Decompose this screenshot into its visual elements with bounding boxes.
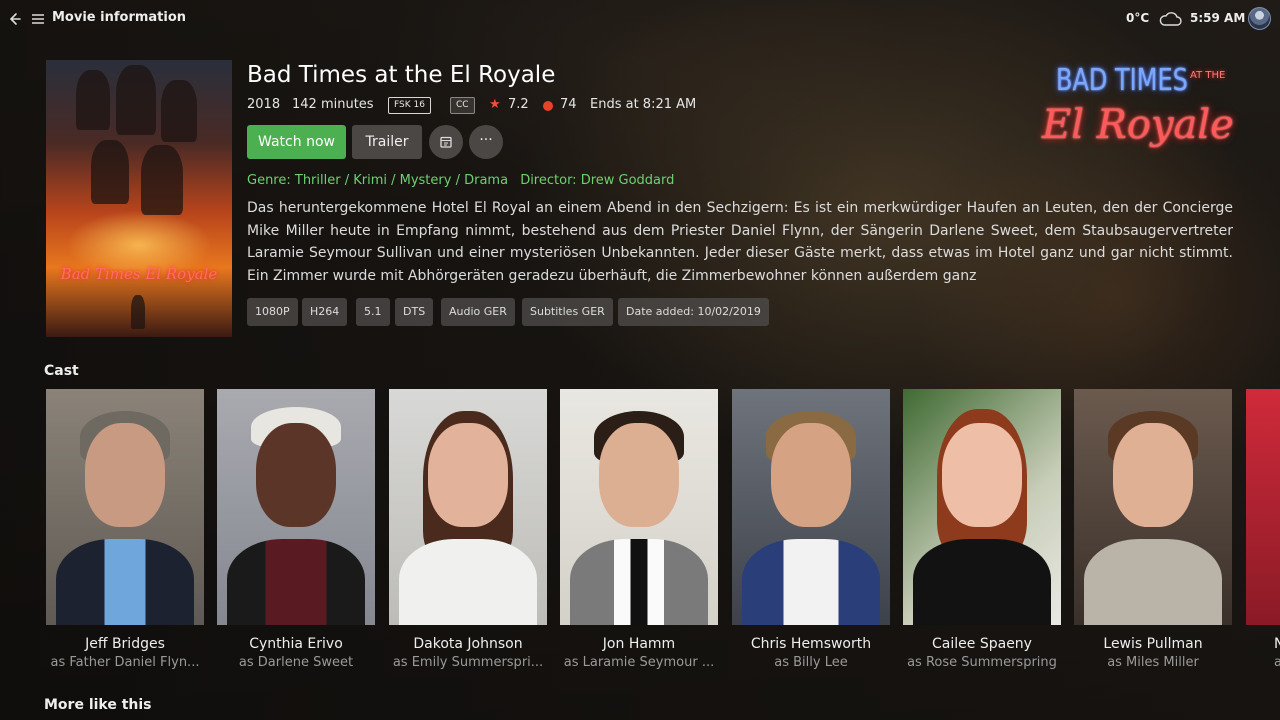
photo-body (1084, 539, 1222, 625)
media-tag: Audio GER (441, 298, 515, 326)
cast-name: Lewis Pullman (1103, 636, 1203, 652)
cast-section-title: Cast (44, 363, 79, 379)
poster-figure (116, 65, 156, 135)
watch-now-button[interactable]: Watch now (247, 125, 346, 159)
star-icon: ★ (489, 97, 501, 112)
poster-figure (76, 70, 110, 130)
screen-title: Movie information (52, 10, 187, 25)
cast-name: Jon Hamm (602, 636, 676, 652)
cast-photo (903, 389, 1061, 625)
cast-name: Dakota Johnson (413, 636, 523, 652)
cast-role: as Rose Summerspring (907, 655, 1057, 670)
cast-name: N (1274, 636, 1280, 652)
media-tag: 1080P (247, 298, 298, 326)
cast-photo (46, 389, 204, 625)
runtime: 142 minutes (292, 97, 374, 112)
arrow-left-icon[interactable] (7, 11, 23, 27)
more-options-button[interactable]: ··· (469, 125, 503, 159)
cast-card[interactable]: Jeff Bridges as Father Daniel Flyn... (46, 389, 204, 670)
age-rating-badge: FSK 16 (388, 97, 431, 114)
cast-card[interactable]: Lewis Pullman as Miles Miller (1074, 389, 1232, 670)
cast-card[interactable]: Jon Hamm as Laramie Seymour ... (560, 389, 718, 670)
release-year: 2018 (247, 97, 281, 112)
cast-role: a (1246, 655, 1280, 670)
media-tag: Date added: 10/02/2019 (618, 298, 769, 326)
cloud-icon (1159, 12, 1182, 26)
genre-text[interactable]: Genre: Thriller / Krimi / Mystery / Dram… (247, 173, 508, 188)
cast-card[interactable]: Cailee Spaeny as Rose Summerspring (903, 389, 1061, 670)
cast-role: as Father Daniel Flyn... (50, 655, 200, 670)
movie-logo: BAD TIMES AT THE El Royale (1040, 62, 1240, 172)
cast-photo (389, 389, 547, 625)
movie-poster: Bad Times El Royale (46, 60, 232, 337)
user-avatar[interactable] (1248, 7, 1271, 30)
poster-title: Bad Times El Royale (60, 265, 218, 283)
cc-badge: CC (450, 97, 475, 114)
cast-photo (732, 389, 890, 625)
photo-body (227, 539, 365, 625)
media-tag: DTS (395, 298, 434, 326)
critic-score: 74 (560, 97, 577, 112)
photo-face (942, 423, 1022, 527)
cast-row: Jeff Bridges as Father Daniel Flyn... Cy… (46, 389, 1280, 689)
cast-card[interactable]: Chris Hemsworth as Billy Lee (732, 389, 890, 670)
movie-synopsis: Das heruntergekommene Hotel El Royal an … (247, 200, 1233, 284)
cast-card[interactable]: Cynthia Erivo as Darlene Sweet (217, 389, 375, 670)
photo-body (742, 539, 880, 625)
photo-face (599, 423, 679, 527)
trailer-button[interactable]: Trailer (352, 125, 422, 159)
community-rating: 7.2 (508, 97, 529, 112)
cast-name: Jeff Bridges (85, 636, 165, 652)
calendar-button[interactable] (429, 125, 463, 159)
cast-role: as Emily Summerspri... (392, 655, 544, 670)
media-tag: 5.1 (356, 298, 390, 326)
more-horizontal-icon: ··· (479, 132, 493, 148)
cast-photo (217, 389, 375, 625)
photo-body (570, 539, 708, 625)
cast-role: as Miles Miller (1107, 655, 1199, 670)
more-like-this-title: More like this (44, 697, 152, 713)
poster-figure (91, 140, 129, 204)
ends-at: Ends at 8:21 AM (590, 97, 697, 112)
director-text[interactable]: Director: Drew Goddard (520, 173, 674, 188)
hamburger-menu-icon[interactable] (30, 11, 46, 27)
cast-name: Cailee Spaeny (932, 636, 1032, 652)
clock: 5:59 AM (1190, 11, 1246, 25)
logo-line-1: BAD TIMES (1056, 62, 1188, 98)
calendar-icon (440, 136, 452, 148)
movie-title: Bad Times at the El Royale (247, 62, 556, 88)
cast-name: Cynthia Erivo (249, 636, 343, 652)
cast-photo (1246, 389, 1280, 625)
photo-body (399, 539, 537, 625)
cast-role: as Darlene Sweet (238, 655, 354, 670)
photo-face (428, 423, 508, 527)
poster-figure (161, 80, 197, 142)
media-tag: H264 (302, 298, 348, 326)
genre-director-line: Genre: Thriller / Krimi / Mystery / Dram… (247, 173, 674, 188)
cast-card[interactable]: N a (1246, 389, 1280, 670)
photo-face (85, 423, 165, 527)
temperature: 0°C (1126, 11, 1150, 25)
poster-figure (141, 145, 183, 215)
photo-face (771, 423, 851, 527)
poster-figure (131, 295, 145, 329)
cast-role: as Laramie Seymour ... (563, 655, 715, 670)
photo-face (1113, 423, 1193, 527)
top-bar: Movie information 0°C 5:59 AM (0, 0, 1280, 38)
photo-body (56, 539, 194, 625)
cast-name: Chris Hemsworth (750, 636, 872, 652)
logo-line-2: AT THE (1190, 70, 1226, 81)
photo-face (256, 423, 336, 527)
cast-photo (1074, 389, 1232, 625)
cast-card[interactable]: Dakota Johnson as Emily Summerspri... (389, 389, 547, 670)
cast-photo (560, 389, 718, 625)
media-tag: Subtitles GER (522, 298, 613, 326)
cast-role: as Billy Lee (774, 655, 848, 670)
photo-body (913, 539, 1051, 625)
logo-line-3: El Royale (1042, 102, 1234, 148)
